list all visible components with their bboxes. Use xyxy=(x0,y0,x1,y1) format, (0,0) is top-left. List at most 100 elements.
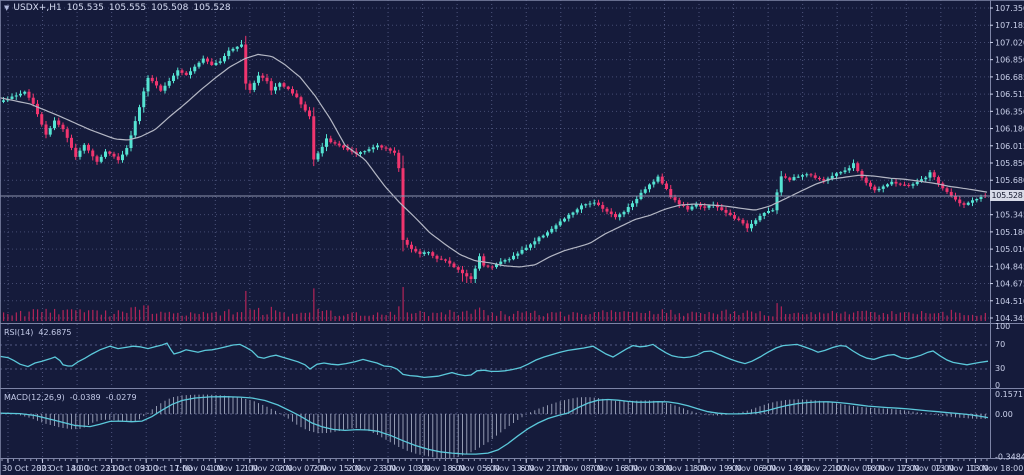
candle-body xyxy=(453,264,456,268)
candle-body xyxy=(168,81,171,86)
volume-bar xyxy=(679,313,680,321)
candle-body xyxy=(759,216,762,220)
candle-body xyxy=(219,61,222,63)
price-tick-label: 106.180 xyxy=(995,125,1024,134)
macd-indicator-label: MACD(12,26,9)-0.0389-0.0279 xyxy=(4,393,142,403)
candle-body xyxy=(504,260,507,262)
chart-canvas[interactable]: 107.350107.185107.020106.850106.685106.5… xyxy=(0,0,1024,475)
volume-bar xyxy=(913,314,914,321)
volume-bar xyxy=(483,310,484,321)
volume-bar xyxy=(798,313,799,321)
volume-bar xyxy=(275,310,276,321)
volume-bar xyxy=(20,311,21,321)
volume-bar xyxy=(806,314,807,321)
candle-body xyxy=(104,152,107,157)
volume-bar xyxy=(114,314,115,321)
triangle-down-icon[interactable]: ▼ xyxy=(4,4,9,12)
candle-body xyxy=(113,154,116,157)
candle-body xyxy=(780,176,783,192)
volume-bar xyxy=(607,312,608,321)
candle-body xyxy=(465,273,468,276)
bar-high-value: 105.555 xyxy=(109,3,146,13)
volume-bar xyxy=(879,315,880,321)
volume-bar xyxy=(862,311,863,321)
candle-body xyxy=(703,207,706,208)
volume-bar xyxy=(828,313,829,321)
candle-body xyxy=(886,184,889,186)
price-tick-label: 105.010 xyxy=(995,245,1024,254)
volume-bar xyxy=(730,314,731,321)
candle-body xyxy=(844,170,847,172)
volume-bar xyxy=(437,313,438,321)
candle-body xyxy=(368,149,371,151)
candle-body xyxy=(257,76,260,83)
candle-body xyxy=(584,204,587,205)
candle-body xyxy=(164,86,167,91)
volume-bar xyxy=(318,309,319,321)
volume-bar xyxy=(641,313,642,321)
volume-bar xyxy=(645,313,646,321)
candle-body xyxy=(266,78,269,81)
volume-bar xyxy=(75,310,76,321)
candle-body xyxy=(550,229,553,232)
macd-signal-value: -0.0279 xyxy=(106,393,137,402)
candle-body xyxy=(155,81,158,85)
candle-body xyxy=(253,83,256,90)
candle-body xyxy=(461,270,464,273)
candle-body xyxy=(572,212,575,214)
trading-chart-window: 107.350107.185107.020106.850106.685106.5… xyxy=(0,0,1024,475)
candle-body xyxy=(525,248,528,250)
volume-bar xyxy=(207,313,208,321)
current-price-badge: 105.528 xyxy=(990,190,1024,201)
bar-close-value: 105.528 xyxy=(193,3,230,13)
candle-body xyxy=(720,207,723,210)
volume-bar xyxy=(241,312,242,321)
candle-body xyxy=(11,97,14,99)
candle-body xyxy=(538,237,541,241)
volume-bar xyxy=(959,313,960,321)
candle-body xyxy=(223,56,226,61)
volume-bar xyxy=(955,312,956,321)
candle-body xyxy=(788,178,791,180)
volume-bar xyxy=(509,316,510,321)
price-tick-label: 104.845 xyxy=(995,262,1024,271)
candle-body xyxy=(916,182,919,184)
volume-bar xyxy=(747,310,748,321)
volume-bar xyxy=(653,314,654,321)
candle-body xyxy=(283,83,286,86)
volume-bar xyxy=(143,305,144,321)
volume-bar xyxy=(169,312,170,321)
candle-body xyxy=(227,51,230,56)
candle-body xyxy=(172,76,175,81)
price-tick-label: 107.020 xyxy=(995,38,1024,47)
volume-bar xyxy=(900,313,901,321)
candle-body xyxy=(28,92,31,98)
candle-body xyxy=(96,156,99,161)
volume-bar xyxy=(398,306,399,321)
candle-body xyxy=(975,199,978,200)
volume-bar xyxy=(199,314,200,321)
volume-bar xyxy=(564,316,565,321)
volume-bar xyxy=(71,309,72,321)
candle-body xyxy=(342,145,345,147)
volume-bar xyxy=(352,312,353,321)
volume-bar xyxy=(726,310,727,321)
volume-bar xyxy=(721,311,722,321)
volume-bar xyxy=(50,313,51,321)
candle-body xyxy=(546,232,549,235)
volume-bar xyxy=(823,314,824,321)
volume-bar xyxy=(271,307,272,321)
volume-bar xyxy=(951,310,952,321)
volume-bar xyxy=(343,316,344,321)
candle-body xyxy=(380,145,383,147)
volume-bar xyxy=(373,315,374,321)
candle-body xyxy=(746,223,749,228)
volume-bar xyxy=(407,312,408,321)
candle-body xyxy=(750,224,753,228)
candle-body xyxy=(36,104,39,114)
candle-body xyxy=(521,250,524,254)
volume-bar xyxy=(449,310,450,321)
candle-body xyxy=(40,114,43,124)
volume-bar xyxy=(513,314,514,321)
candle-body xyxy=(329,138,332,142)
